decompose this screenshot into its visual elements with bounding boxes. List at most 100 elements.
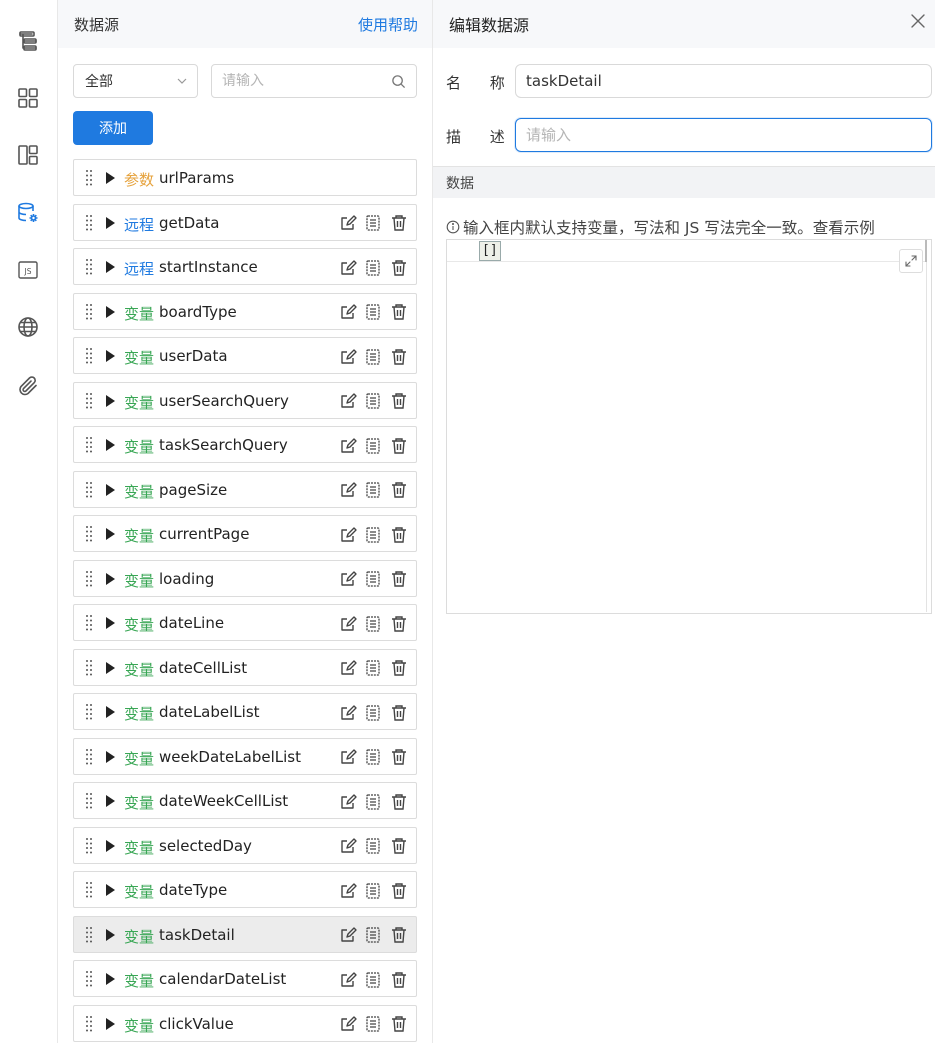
caret-right-icon[interactable]: [105, 216, 115, 229]
datasource-icon[interactable]: [14, 199, 42, 227]
close-icon[interactable]: [909, 12, 927, 30]
datasource-item[interactable]: 变量 currentPage: [73, 515, 417, 552]
drag-handle-icon[interactable]: [85, 926, 93, 944]
outline-tree-icon[interactable]: [14, 27, 42, 55]
edit-icon[interactable]: [338, 881, 357, 900]
caret-right-icon[interactable]: [105, 661, 115, 674]
delete-icon[interactable]: [389, 570, 408, 589]
caret-right-icon[interactable]: [105, 706, 115, 718]
delete-icon[interactable]: [389, 392, 408, 411]
caret-right-icon[interactable]: [105, 261, 115, 273]
drag-handle-icon[interactable]: [85, 703, 93, 721]
copy-icon[interactable]: [364, 881, 383, 900]
edit-icon[interactable]: [338, 1015, 357, 1034]
components-grid-icon[interactable]: [14, 84, 42, 112]
caret-right-icon[interactable]: [105, 617, 115, 629]
type-filter-select[interactable]: 全部: [73, 64, 198, 98]
caret-right-icon[interactable]: [105, 350, 115, 362]
edit-icon[interactable]: [338, 258, 357, 277]
globe-icon[interactable]: [14, 313, 42, 341]
delete-icon[interactable]: [389, 214, 408, 233]
caret-right-icon[interactable]: [105, 572, 115, 585]
delete-icon[interactable]: [389, 614, 408, 633]
delete-icon[interactable]: [389, 525, 408, 544]
datasource-item[interactable]: 变量 userSearchQuery: [73, 381, 417, 419]
delete-icon[interactable]: [389, 792, 408, 811]
delete-icon[interactable]: [389, 1015, 408, 1034]
drag-handle-icon[interactable]: [85, 303, 93, 321]
data-code-editor[interactable]: []: [446, 239, 932, 614]
copy-icon[interactable]: [364, 614, 383, 633]
datasource-item[interactable]: 远程 getData: [73, 203, 417, 241]
drag-handle-icon[interactable]: [85, 970, 93, 988]
copy-icon[interactable]: [364, 837, 383, 856]
edit-icon[interactable]: [338, 970, 357, 989]
datasource-item[interactable]: 变量 selectedDay: [73, 826, 417, 864]
copy-icon[interactable]: [364, 347, 383, 366]
copy-icon[interactable]: [364, 659, 383, 678]
search-input[interactable]: [222, 73, 372, 89]
copy-icon[interactable]: [364, 703, 383, 722]
caret-right-icon[interactable]: [105, 439, 115, 451]
datasource-item[interactable]: 变量 dateLine: [73, 604, 417, 641]
drag-handle-icon[interactable]: [85, 614, 93, 632]
edit-icon[interactable]: [338, 347, 357, 366]
datasource-item[interactable]: 变量 boardType: [73, 292, 417, 330]
copy-icon[interactable]: [364, 392, 383, 411]
attachment-icon[interactable]: [14, 372, 42, 400]
datasource-item[interactable]: 变量 dateWeekCellList: [73, 782, 417, 819]
caret-right-icon[interactable]: [105, 305, 115, 318]
copy-icon[interactable]: [364, 258, 383, 277]
caret-right-icon[interactable]: [105, 394, 115, 407]
copy-icon[interactable]: [364, 970, 383, 989]
datasource-item[interactable]: 变量 clickValue: [73, 1004, 417, 1042]
copy-icon[interactable]: [364, 481, 383, 500]
copy-icon[interactable]: [364, 926, 383, 945]
drag-handle-icon[interactable]: [85, 881, 93, 899]
drag-handle-icon[interactable]: [85, 436, 93, 454]
edit-icon[interactable]: [338, 837, 357, 856]
delete-icon[interactable]: [389, 347, 408, 366]
delete-icon[interactable]: [389, 303, 408, 322]
delete-icon[interactable]: [389, 659, 408, 678]
editor-scrollbar[interactable]: [926, 262, 927, 612]
editor-code[interactable]: []: [479, 241, 501, 261]
drag-handle-icon[interactable]: [85, 837, 93, 855]
help-link[interactable]: 使用帮助: [358, 14, 418, 35]
expand-editor-button[interactable]: [899, 249, 923, 273]
search-field[interactable]: [211, 64, 417, 98]
caret-right-icon[interactable]: [105, 483, 115, 496]
search-icon[interactable]: [391, 74, 406, 89]
edit-icon[interactable]: [338, 926, 357, 945]
drag-handle-icon[interactable]: [85, 214, 93, 232]
datasource-item[interactable]: 变量 calendarDateList: [73, 960, 417, 997]
datasource-item[interactable]: 变量 taskSearchQuery: [73, 426, 417, 463]
delete-icon[interactable]: [389, 970, 408, 989]
edit-icon[interactable]: [338, 436, 357, 455]
datasource-item[interactable]: 变量 userData: [73, 337, 417, 374]
drag-handle-icon[interactable]: [85, 1015, 93, 1033]
drag-handle-icon[interactable]: [85, 792, 93, 810]
add-button[interactable]: 添加: [73, 111, 153, 145]
copy-icon[interactable]: [364, 570, 383, 589]
delete-icon[interactable]: [389, 881, 408, 900]
layout-icon[interactable]: [14, 141, 42, 169]
edit-icon[interactable]: [338, 659, 357, 678]
caret-right-icon[interactable]: [105, 928, 115, 941]
drag-handle-icon[interactable]: [85, 748, 93, 766]
edit-icon[interactable]: [338, 614, 357, 633]
edit-icon[interactable]: [338, 303, 357, 322]
datasource-item[interactable]: 参数 urlParams: [73, 159, 417, 196]
drag-handle-icon[interactable]: [85, 481, 93, 499]
drag-handle-icon[interactable]: [85, 169, 93, 187]
drag-handle-icon[interactable]: [85, 525, 93, 543]
description-field[interactable]: [515, 118, 932, 152]
js-icon[interactable]: JS: [14, 256, 42, 284]
datasource-item[interactable]: 变量 weekDateLabelList: [73, 737, 417, 775]
name-field[interactable]: [515, 64, 932, 98]
edit-icon[interactable]: [338, 748, 357, 767]
drag-handle-icon[interactable]: [85, 347, 93, 365]
edit-icon[interactable]: [338, 703, 357, 722]
copy-icon[interactable]: [364, 214, 383, 233]
edit-icon[interactable]: [338, 792, 357, 811]
